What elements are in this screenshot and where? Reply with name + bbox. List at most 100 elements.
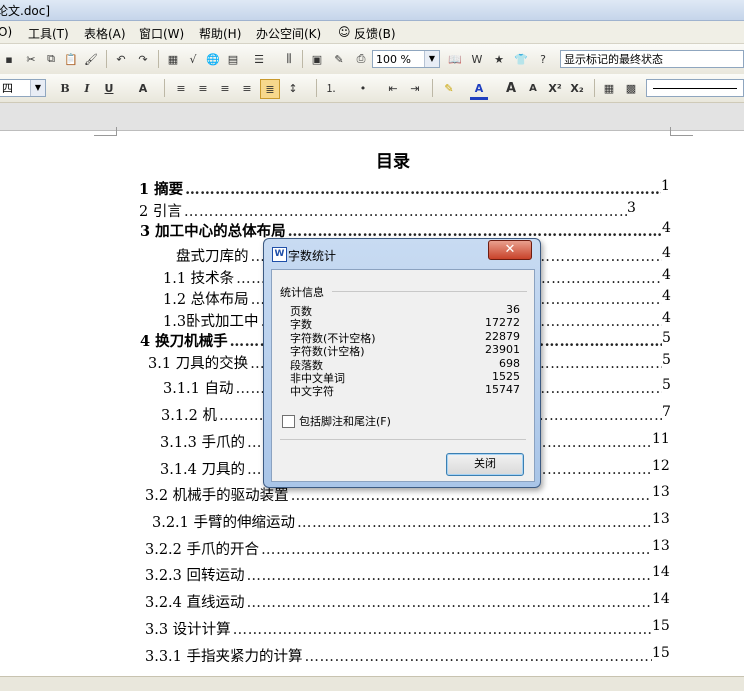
include-footnotes-checkbox[interactable]: [282, 415, 295, 428]
toc-page-number: 1: [661, 178, 670, 194]
chevron-down-icon[interactable]: ▼: [30, 80, 45, 96]
char-shading-button[interactable]: A: [134, 79, 152, 97]
chevron-down-icon[interactable]: ▼: [424, 51, 439, 67]
chart-bars-icon[interactable]: ⫼: [280, 50, 298, 68]
bullet-list-icon[interactable]: •: [354, 79, 372, 97]
toc-entry[interactable]: 3.2.2 手爪的开合………………………………………………………………………………: [145, 538, 652, 559]
frame-icon[interactable]: ▣: [308, 50, 326, 68]
italic-button[interactable]: I: [78, 79, 96, 97]
borders-icon[interactable]: ▦: [600, 79, 618, 97]
align-right-icon[interactable]: ≡: [216, 79, 234, 97]
menu-item-window[interactable]: 窗口(W): [139, 25, 184, 42]
toc-entry[interactable]: 2 引言…………………………………………………………………………………………………: [139, 200, 627, 221]
toc-entry-label: 1.3卧式加工中: [163, 314, 261, 330]
toc-page-number: 5: [662, 352, 671, 368]
toc-entry[interactable]: 3.2.3 回转运动…………………………………………………………………………………: [145, 564, 652, 585]
redo-icon[interactable]: ↷: [134, 50, 152, 68]
toc-page-number: 4: [662, 288, 671, 304]
toc-entry-label: 4 换刀机械手: [140, 333, 230, 350]
shirt-icon[interactable]: 👕: [512, 50, 530, 68]
cut-icon[interactable]: ✂: [22, 50, 40, 68]
track-changes-combo[interactable]: 显示标记的最终状态: [560, 50, 744, 68]
font-size-combo[interactable]: 四 ▼: [0, 79, 46, 97]
toolbar-separator: [594, 79, 595, 97]
align-left-icon[interactable]: ≡: [172, 79, 190, 97]
toc-entry[interactable]: 3.2.4 直线运动…………………………………………………………………………………: [145, 591, 652, 612]
zoom-value: 100 %: [376, 53, 411, 66]
toc-entry-label: 盘式刀库的: [176, 249, 251, 265]
grow-font-button[interactable]: A: [502, 79, 520, 97]
toc-entry[interactable]: 3.2.1 手臂的伸缩运动…………………………………………………………………………: [152, 511, 652, 532]
close-icon[interactable]: ✕: [488, 240, 532, 260]
toc-entry-label: 1 摘要: [139, 181, 186, 198]
toolbar-separator: [316, 79, 317, 97]
toc-heading: 目录: [376, 152, 410, 172]
distributed-align-icon[interactable]: ≣: [260, 79, 280, 99]
globe-icon[interactable]: 🌐: [204, 50, 222, 68]
toc-page-number: 5: [662, 330, 671, 346]
toc-entry-label: 3.1.1 自动: [163, 381, 236, 397]
toc-page-number: 4: [662, 310, 671, 326]
toc-entry[interactable]: 3.3.1 手指夹紧力的计算………………………………………………………………………: [145, 645, 652, 666]
insert-table-icon[interactable]: ▤: [224, 50, 242, 68]
toc-entry-label: 3.2.2 手爪的开合: [145, 542, 262, 558]
toc-entry[interactable]: 3.3 设计计算………………………………………………………………………………………: [145, 618, 652, 639]
partial-icon[interactable]: ▪: [0, 50, 18, 68]
shading-icon[interactable]: ▩: [622, 79, 640, 97]
include-footnotes-label[interactable]: 包括脚注和尾注(F): [299, 413, 391, 429]
line-spacing-icon[interactable]: ↕: [284, 79, 302, 97]
toc-entry-label: 3.3.1 手指夹紧力的计算: [145, 649, 305, 665]
paste-icon[interactable]: 📋: [62, 50, 80, 68]
align-center-icon[interactable]: ≡: [194, 79, 212, 97]
decrease-indent-icon[interactable]: ⇤: [384, 79, 402, 97]
menu-item-partial[interactable]: O): [0, 25, 12, 39]
toc-entry-label: 3.2 机械手的驱动装置: [145, 488, 291, 504]
format-painter-icon[interactable]: 🖌: [82, 50, 100, 68]
table-icon[interactable]: ▦: [164, 50, 182, 68]
toc-entry-label: 2 引言: [139, 204, 184, 220]
undo-icon[interactable]: ↶: [112, 50, 130, 68]
font-color-button[interactable]: A: [470, 79, 488, 100]
toc-leader-dots: ……………………………………………………………………………………………………………: [183, 204, 627, 220]
feedback-icon[interactable]: ☺: [338, 25, 351, 39]
toc-entry-label: 3.1 刀具的交换: [148, 356, 251, 372]
menu-item-feedback[interactable]: 反馈(B): [354, 25, 396, 42]
word-icon[interactable]: W: [468, 50, 486, 68]
title-bar: 论文.doc]: [0, 0, 744, 21]
stat-value: 22879: [485, 329, 520, 343]
word-count-dialog: W 字数统计 ✕ 统计信息 页数 36 字数 17272 字符数(不计空格) 22879 字…: [263, 238, 541, 488]
menu-item-tools[interactable]: 工具(T): [28, 25, 69, 42]
read-mode-icon[interactable]: 📖: [446, 50, 464, 68]
underline-button[interactable]: U: [100, 79, 118, 97]
toc-entry-label: 3 加工中心的总体布局: [140, 223, 288, 240]
zoom-combo[interactable]: 100 % ▼: [372, 50, 440, 68]
shrink-font-button[interactable]: A: [524, 79, 542, 97]
toc-leader-dots: ……………………………………………………………………………………………………………: [290, 488, 652, 504]
margin-corner-marker: [94, 127, 117, 136]
divider: [280, 439, 526, 440]
copy-icon[interactable]: ⧉: [42, 50, 60, 68]
increase-indent-icon[interactable]: ⇥: [406, 79, 424, 97]
toc-page-number: 15: [652, 645, 670, 661]
toc-page-number: 12: [652, 458, 670, 474]
border-style-combo[interactable]: [646, 79, 744, 97]
superscript-button[interactable]: X²: [546, 79, 564, 97]
menu-item-office-space[interactable]: 办公空间(K): [256, 25, 321, 42]
subscript-button[interactable]: X₂: [568, 79, 586, 97]
help-icon[interactable]: ?: [534, 50, 552, 68]
justify-icon[interactable]: ≡: [238, 79, 256, 97]
print-preview-icon[interactable]: ⎙: [352, 50, 370, 68]
toc-entry[interactable]: 1 摘要…………………………………………………………………………………………………: [139, 178, 661, 199]
menu-item-table[interactable]: 表格(A): [84, 25, 126, 42]
menu-item-help[interactable]: 帮助(H): [199, 25, 241, 42]
drawing-icon[interactable]: ✎: [330, 50, 348, 68]
bold-button[interactable]: B: [56, 79, 74, 97]
formula-icon[interactable]: √: [184, 50, 202, 68]
numbered-list-icon[interactable]: ⒈: [322, 79, 340, 97]
columns-icon[interactable]: ☰: [250, 50, 268, 68]
close-button[interactable]: 关闭: [446, 453, 524, 476]
star-icon[interactable]: ★: [490, 50, 508, 68]
stat-label: 中文字符: [290, 385, 334, 399]
toc-page-number: 7: [662, 404, 671, 420]
highlight-icon[interactable]: ✎: [440, 79, 458, 97]
